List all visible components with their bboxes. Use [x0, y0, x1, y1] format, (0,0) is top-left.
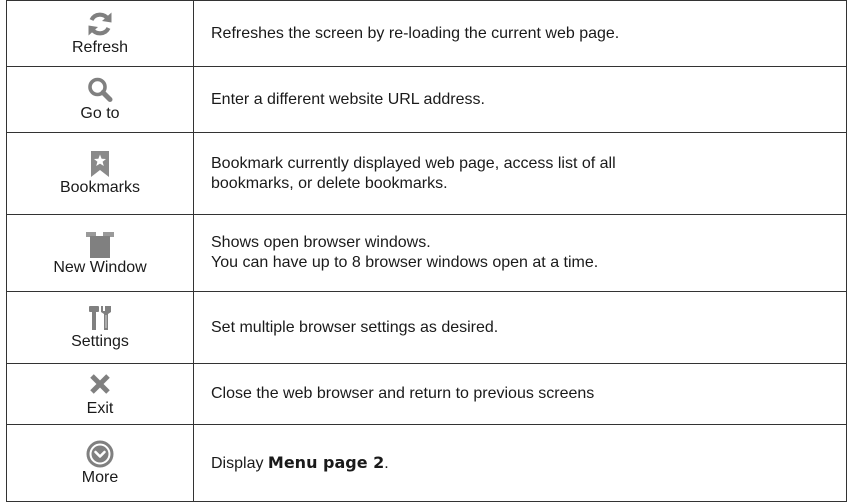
description-suffix: . [384, 454, 389, 472]
table-row: Go to Enter a different website URL addr… [6, 66, 847, 133]
close-x-icon [86, 371, 114, 399]
settings-label: Settings [71, 333, 129, 350]
icon-cell: Exit [6, 363, 194, 425]
windows-icon [86, 230, 114, 258]
description-line: You can have up to 8 browser windows ope… [211, 254, 599, 271]
icon-cell: Bookmarks [6, 132, 194, 215]
refresh-description: Refreshes the screen by re-loading the c… [193, 0, 847, 67]
description-line: bookmarks, or delete bookmarks. [211, 174, 448, 192]
icon-cell: New Window [6, 214, 194, 292]
new-window-description: Shows open browser windows. You can have… [193, 214, 847, 292]
description-prefix: Display [211, 454, 268, 472]
exit-description: Close the web browser and return to prev… [193, 363, 847, 425]
browser-menu-table: Refresh Refreshes the screen by re-loadi… [6, 0, 847, 502]
icon-cell: Go to [6, 66, 194, 133]
more-description: Display Menu page 2. [193, 424, 847, 502]
description-line: Shows open browser windows. [211, 234, 431, 251]
table-row: Bookmarks Bookmark currently displayed w… [6, 132, 847, 215]
table-row: Settings Set multiple browser settings a… [6, 291, 847, 364]
bookmarks-label: Bookmarks [59, 179, 141, 196]
refresh-label: Refresh [71, 39, 129, 56]
new-window-label: New Window [53, 258, 147, 276]
settings-description: Set multiple browser settings as desired… [193, 291, 847, 364]
chevron-down-circle-icon [86, 440, 114, 468]
table-row: Refresh Refreshes the screen by re-loadi… [6, 0, 847, 67]
menu-page-2-text: Menu page 2 [267, 452, 385, 472]
description-line: Bookmark currently displayed web page, a… [211, 154, 616, 172]
bookmarks-description: Bookmark currently displayed web page, a… [193, 132, 847, 215]
goto-description: Enter a different website URL address. [193, 66, 847, 133]
icon-cell: More [6, 424, 194, 502]
table-row: Exit Close the web browser and return to… [6, 363, 847, 425]
goto-label: Go to [80, 105, 120, 122]
table-row: New Window Shows open browser windows. Y… [6, 214, 847, 292]
refresh-icon [86, 10, 114, 38]
icon-cell: Settings [6, 291, 194, 364]
exit-label: Exit [86, 399, 114, 417]
bookmark-star-icon [86, 150, 114, 178]
magnifier-icon [86, 76, 114, 104]
more-label: More [81, 468, 119, 486]
icon-cell: Refresh [6, 0, 194, 67]
table-row: More Display Menu page 2. [6, 424, 847, 502]
tools-icon [86, 304, 114, 332]
